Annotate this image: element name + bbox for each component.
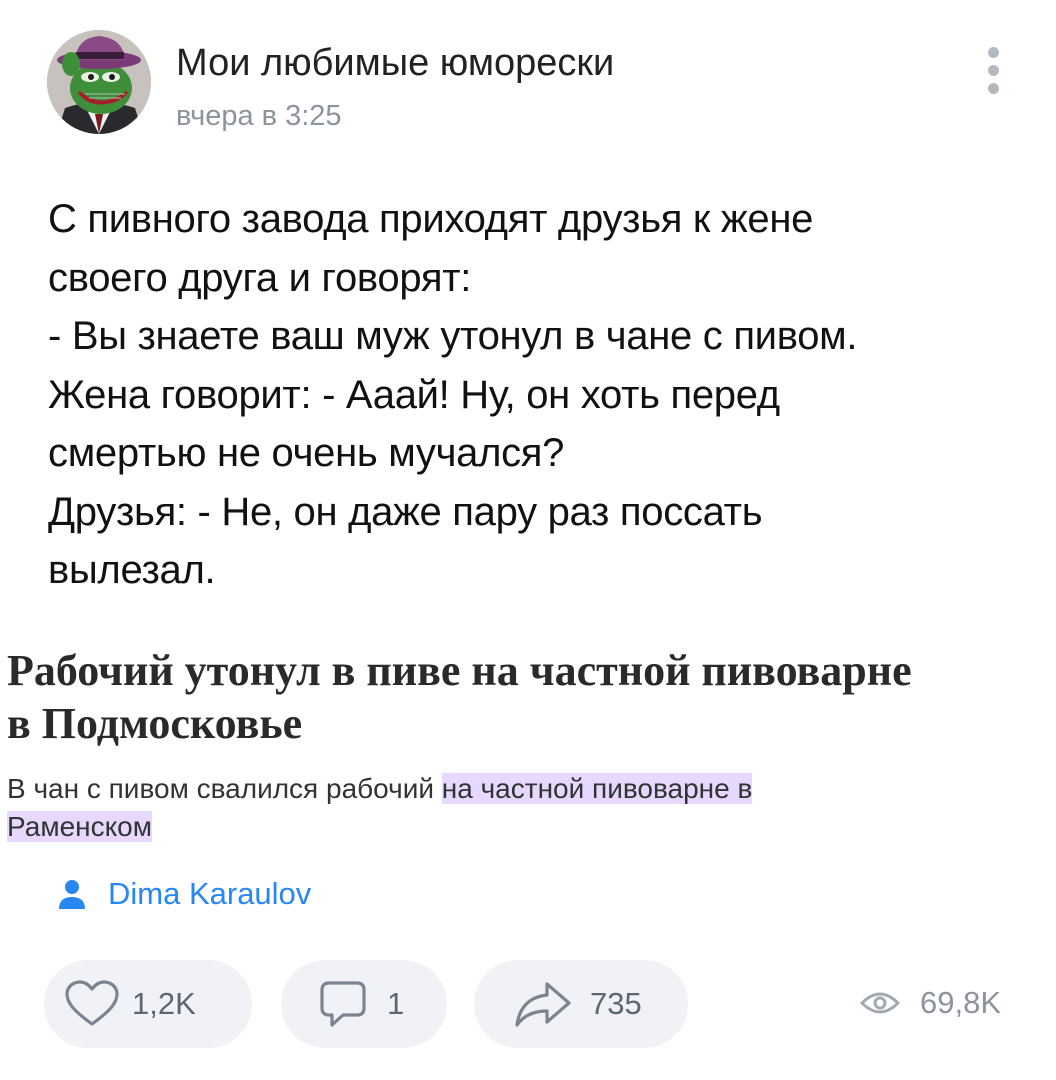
post-author[interactable]: Dima Karaulov — [58, 872, 311, 916]
views-counter: 69,8K — [860, 978, 1001, 1028]
user-icon — [59, 880, 85, 909]
post-text-line: вылезал. — [48, 548, 216, 592]
post-text-line: Жена говорит: - Ааай! Ну, он хоть перед — [48, 372, 780, 417]
avatar-image — [47, 30, 151, 134]
news-lead-line: В чан с пивом свалился рабочий на частно… — [7, 770, 1047, 808]
more-options-button[interactable] — [975, 40, 1011, 100]
news-lead-line: Раменском — [7, 808, 1047, 846]
news-lead: В чан с пивом свалился рабочий на частно… — [7, 770, 1047, 846]
group-name[interactable]: Мои любимые юморески — [176, 40, 614, 86]
share-icon — [515, 982, 571, 1027]
group-avatar[interactable] — [47, 30, 151, 134]
more-dot-icon — [987, 64, 999, 76]
like-button[interactable]: 1,2K — [44, 960, 252, 1048]
news-lead-highlight: Раменском — [7, 811, 152, 842]
news-headline: Рабочий утонул в пиве на частной пивовар… — [7, 644, 1055, 750]
more-dot-icon — [987, 46, 999, 58]
news-lead-highlight: на частной пивоварне в — [441, 773, 753, 804]
comment-icon — [320, 981, 366, 1027]
like-count: 1,2K — [132, 986, 196, 1021]
comment-count: 1 — [387, 986, 405, 1021]
share-button[interactable]: 735 — [474, 960, 688, 1048]
post-text-line: своего друга и говорят: — [48, 255, 472, 300]
share-count: 735 — [590, 986, 642, 1021]
heart-icon — [65, 980, 119, 1026]
post-text-line: - Вы знаете ваш муж утонул в чане с пиво… — [48, 314, 858, 358]
news-headline-line: в Подмосковье — [7, 699, 303, 748]
post-text-line: С пивного завода приходят друзья к жене — [48, 197, 814, 241]
post-time[interactable]: вчера в 3:25 — [176, 98, 342, 134]
more-dot-icon — [987, 82, 999, 94]
author-name[interactable]: Dima Karaulov — [108, 876, 311, 912]
views-count: 69,8K — [920, 985, 1002, 1020]
news-lead-text: В чан с пивом свалился рабочий — [7, 773, 442, 804]
post-text: С пивного завода приходят друзья к жене … — [48, 190, 1038, 600]
post-text-line: Друзья: - Не, он даже пару раз поссать — [48, 489, 763, 534]
post-card: Мои любимые юморески вчера в 3:25 С пивн… — [0, 0, 1056, 1080]
post-text-line: смертью не очень мучался? — [48, 431, 565, 475]
news-headline-line: Рабочий утонул в пиве на частной пивовар… — [7, 646, 912, 695]
comment-button[interactable]: 1 — [281, 960, 447, 1048]
eye-icon — [860, 992, 900, 1014]
